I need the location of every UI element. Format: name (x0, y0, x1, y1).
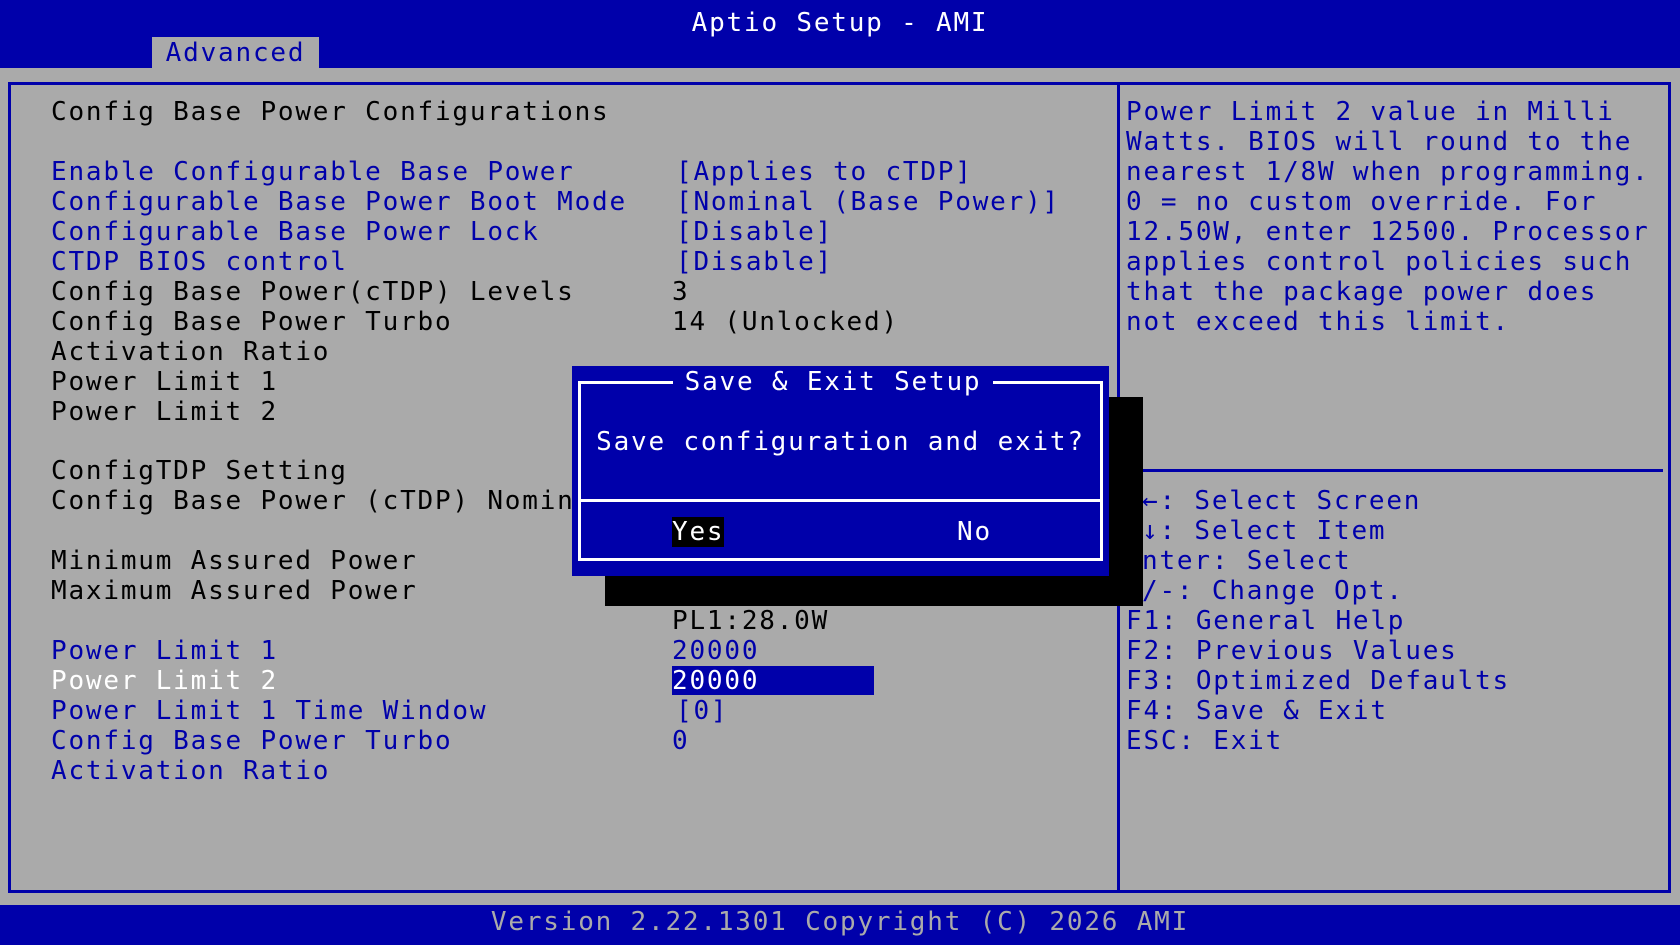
info-label-power-limit-1: Power Limit 1 (51, 367, 278, 397)
dialog-separator (580, 499, 1101, 502)
key-hint-f4: F4: Save & Exit (1126, 696, 1388, 726)
info-label-ctdp-levels: Config Base Power(cTDP) Levels (51, 277, 575, 307)
setting-value-boot-mode[interactable]: [Nominal (Base Power)] (676, 187, 1060, 217)
dialog-border (578, 381, 1103, 561)
help-line: Power Limit 2 value in Milli (1126, 97, 1615, 127)
setting-label-ctdp-bios-control[interactable]: CTDP BIOS control (51, 247, 348, 277)
info-label-ctdp-nominal: Config Base Power (cTDP) Nomina (51, 486, 593, 516)
key-hint-f2: F2: Previous Values (1126, 636, 1458, 666)
key-hint-change-opt: /-: Change Opt. (1142, 576, 1404, 606)
setting-value-power-limit-1[interactable]: 20000 (672, 636, 759, 666)
setting-label-power-limit-1[interactable]: Power Limit 1 (51, 636, 278, 666)
key-hint-esc: ESC: Exit (1126, 726, 1284, 756)
key-hint-f1: F1: General Help (1126, 606, 1406, 636)
setting-label-base-power-lock[interactable]: Configurable Base Power Lock (51, 217, 540, 247)
info-value-ctdp-levels: 3 (672, 277, 690, 307)
setting-value-power-limit-2-input[interactable]: 20000 (672, 666, 874, 696)
yes-button[interactable]: Yes (672, 517, 724, 547)
setting-value-base-power-turbo[interactable]: 0 (672, 726, 689, 756)
help-line: nearest 1/8W when programming. (1126, 157, 1650, 187)
help-line: applies control policies such (1126, 247, 1633, 277)
setting-label-power-limit-2[interactable]: Power Limit 2 (51, 666, 278, 696)
info-label-min-assured-power: Minimum Assured Power (51, 546, 418, 576)
setting-label-pl1-time-window[interactable]: Power Limit 1 Time Window (51, 696, 487, 726)
info-value-base-power-turbo: 14 (Unlocked) (672, 307, 899, 337)
no-button[interactable]: No (957, 517, 992, 547)
window-title: Aptio Setup - AMI (691, 8, 989, 38)
setting-value-base-power-lock[interactable]: [Disable] (676, 217, 833, 247)
key-hint-enter: nter: Select (1142, 546, 1352, 576)
info-value-pl1: PL1:28.0W (672, 606, 830, 636)
setting-value-ctdp-bios-control[interactable]: [Disable] (676, 247, 833, 277)
help-line: Watts. BIOS will round to the (1126, 127, 1633, 157)
section-title: Config Base Power Configurations (51, 97, 610, 127)
info-label-max-assured-power: Maximum Assured Power (51, 576, 418, 606)
setting-label-boot-mode[interactable]: Configurable Base Power Boot Mode (51, 187, 627, 217)
help-line: that the package power does (1126, 277, 1598, 307)
dialog-title: Save & Exit Setup (684, 367, 982, 397)
setting-value-pl1-time-window[interactable]: [0] (676, 696, 728, 726)
setting-label-base-power-turbo[interactable]: Config Base Power Turbo (51, 726, 452, 756)
info-label-configtdp-setting: ConfigTDP Setting (51, 456, 348, 486)
key-hint-select-item: ↓: Select Item (1142, 516, 1387, 546)
footer-version: Version 2.22.1301 Copyright (C) 2026 AMI (490, 907, 1190, 937)
help-line: 12.50W, enter 12500. Processor (1126, 217, 1650, 247)
info-label-activation-ratio: Activation Ratio (51, 337, 331, 367)
help-divider (1142, 469, 1663, 472)
info-label-base-power-turbo: Config Base Power Turbo (51, 307, 453, 337)
key-hint-f3: F3: Optimized Defaults (1126, 666, 1510, 696)
setting-label-enable-config-base-power[interactable]: Enable Configurable Base Power (51, 157, 575, 187)
setting-value-enable-config-base-power[interactable]: [Applies to cTDP] (676, 157, 973, 187)
help-line: not exceed this limit. (1126, 307, 1510, 337)
key-hint-select-screen: ←: Select Screen (1142, 486, 1422, 516)
tab-advanced[interactable]: Advanced (152, 37, 319, 70)
info-label-power-limit-2: Power Limit 2 (51, 397, 278, 427)
dialog-message: Save configuration and exit? (596, 427, 1085, 457)
help-line: 0 = no custom override. For (1126, 187, 1598, 217)
setting-label-activation-ratio[interactable]: Activation Ratio (51, 756, 330, 786)
